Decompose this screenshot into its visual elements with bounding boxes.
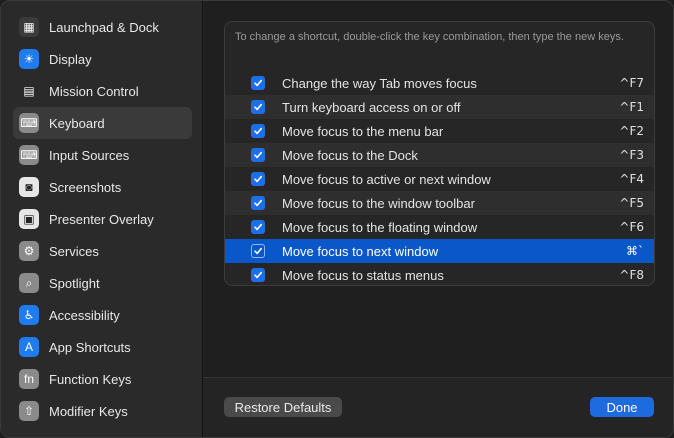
sidebar-item-label: Keyboard: [49, 115, 105, 131]
shortcut-row[interactable]: Move focus to status menus ^F8: [225, 263, 654, 285]
sidebar-item-modifier-keys[interactable]: ⇧ Modifier Keys: [13, 395, 192, 427]
shortcut-label: Change the way Tab moves focus: [282, 75, 477, 91]
shortcut-list: Change the way Tab moves focus ^F7 Turn ke…: [225, 71, 654, 285]
shortcut-checkbox[interactable]: [251, 100, 265, 114]
sidebar-item-function-keys[interactable]: fn Function Keys: [13, 363, 192, 395]
sidebar-item-label: Display: [49, 51, 92, 67]
shortcut-row[interactable]: Move focus to the Dock ^F3: [225, 143, 654, 167]
shortcut-key-combo[interactable]: ^F3: [619, 148, 644, 162]
sidebar-item-label: App Shortcuts: [49, 339, 131, 355]
shortcut-key-combo[interactable]: ⌘`: [626, 244, 644, 258]
checkmark-icon: [254, 271, 262, 279]
accessibility-icon: ♿: [19, 305, 39, 325]
shortcut-row[interactable]: Move focus to active or next window ^F4: [225, 167, 654, 191]
sidebar-item-label: Mission Control: [49, 83, 139, 99]
shortcut-checkbox[interactable]: [251, 172, 265, 186]
shortcut-checkbox[interactable]: [251, 244, 265, 258]
sidebar-item-services[interactable]: ⚙ Services: [13, 235, 192, 267]
sidebar-item-label: Accessibility: [49, 307, 120, 323]
checkmark-icon: [254, 175, 262, 183]
shortcut-row[interactable]: Turn keyboard access on or off ^F1: [225, 95, 654, 119]
sidebar-item-presenter-overlay[interactable]: ▣ Presenter Overlay: [13, 203, 192, 235]
checkmark-icon: [254, 151, 262, 159]
shortcut-label: Move focus to active or next window: [282, 171, 491, 187]
shortcut-checkbox[interactable]: [251, 220, 265, 234]
function-keys-icon: fn: [19, 369, 39, 389]
sidebar-item-label: Input Sources: [49, 147, 130, 163]
shortcut-checkbox[interactable]: [251, 124, 265, 138]
restore-defaults-button[interactable]: Restore Defaults: [224, 397, 342, 417]
spotlight-icon: ⌕: [19, 273, 39, 293]
shortcut-label: Move focus to the menu bar: [282, 123, 444, 139]
shortcut-label: Move focus to the floating window: [282, 219, 478, 235]
shortcuts-panel: To change a shortcut, double-click the k…: [224, 21, 655, 286]
sidebar-item-input-sources[interactable]: ⌨ Input Sources: [13, 139, 192, 171]
launchpad-icon: ▦: [19, 17, 39, 37]
shortcut-label: Move focus to next window: [282, 243, 439, 259]
presenter-overlay-icon: ▣: [19, 209, 39, 229]
shortcut-row[interactable]: Move focus to next window ⌘`: [225, 239, 654, 263]
shortcut-key-combo[interactable]: ^F6: [619, 220, 644, 234]
checkmark-icon: [254, 103, 262, 111]
sidebar-item-keyboard[interactable]: ⌨ Keyboard: [13, 107, 192, 139]
sidebar-item-app-shortcuts[interactable]: A App Shortcuts: [13, 331, 192, 363]
shortcut-key-combo[interactable]: ^F4: [619, 172, 644, 186]
shortcut-key-combo[interactable]: ^F5: [619, 196, 644, 210]
shortcut-key-combo[interactable]: ^F1: [619, 100, 644, 114]
shortcut-checkbox[interactable]: [251, 148, 265, 162]
shortcut-key-combo[interactable]: ^F8: [619, 268, 644, 282]
shortcut-key-combo[interactable]: ^F7: [619, 76, 644, 90]
instruction-text: To change a shortcut, double-click the k…: [235, 31, 624, 43]
keyboard-icon: ⌨: [19, 113, 39, 133]
sidebar-item-label: Spotlight: [49, 275, 100, 291]
sidebar-item-label: Services: [49, 243, 99, 259]
shortcut-label: Turn keyboard access on or off: [282, 99, 461, 115]
shortcut-key-combo[interactable]: ^F2: [619, 124, 644, 138]
sidebar-item-label: Function Keys: [49, 371, 132, 387]
display-icon: ☀: [19, 49, 39, 69]
services-icon: ⚙: [19, 241, 39, 261]
sidebar-item-label: Launchpad & Dock: [49, 19, 159, 35]
sidebar-item-accessibility[interactable]: ♿ Accessibility: [13, 299, 192, 331]
checkmark-icon: [254, 223, 262, 231]
sidebar: ▦ Launchpad & Dock ☀ Display ▤ Mission Contro…: [1, 1, 203, 437]
modifier-keys-icon: ⇧: [19, 401, 39, 421]
sidebar-item-screenshots[interactable]: ◙ Screenshots: [13, 171, 192, 203]
shortcut-label: Move focus to status menus: [282, 267, 444, 283]
app-shortcuts-icon: A: [19, 337, 39, 357]
input-sources-icon: ⌨: [19, 145, 39, 165]
shortcut-label: Move focus to the Dock: [282, 147, 418, 163]
checkmark-icon: [254, 199, 262, 207]
sidebar-item-label: Screenshots: [49, 179, 122, 195]
shortcut-checkbox[interactable]: [251, 268, 265, 282]
shortcut-checkbox[interactable]: [251, 196, 265, 210]
shortcut-checkbox[interactable]: [251, 76, 265, 90]
screenshots-icon: ◙: [19, 177, 39, 197]
sidebar-item-display[interactable]: ☀ Display: [13, 43, 192, 75]
checkmark-icon: [254, 247, 262, 255]
done-button[interactable]: Done: [590, 397, 654, 417]
keyboard-shortcuts-window: ▦ Launchpad & Dock ☀ Display ▤ Mission Contro…: [0, 0, 674, 438]
sidebar-item-label: Presenter Overlay: [49, 211, 154, 227]
main-pane: To change a shortcut, double-click the k…: [204, 1, 673, 437]
shortcut-row[interactable]: Change the way Tab moves focus ^F7: [225, 71, 654, 95]
mission-control-icon: ▤: [19, 81, 39, 101]
sidebar-item-mission-control[interactable]: ▤ Mission Control: [13, 75, 192, 107]
shortcut-row[interactable]: Move focus to the floating window ^F6: [225, 215, 654, 239]
shortcut-row[interactable]: Move focus to the window toolbar ^F5: [225, 191, 654, 215]
sidebar-item-label: Modifier Keys: [49, 403, 128, 419]
sidebar-item-launchpad-dock[interactable]: ▦ Launchpad & Dock: [13, 11, 192, 43]
shortcut-row[interactable]: Move focus to the menu bar ^F2: [225, 119, 654, 143]
checkmark-icon: [254, 127, 262, 135]
shortcut-label: Move focus to the window toolbar: [282, 195, 475, 211]
sidebar-item-spotlight[interactable]: ⌕ Spotlight: [13, 267, 192, 299]
checkmark-icon: [254, 79, 262, 87]
